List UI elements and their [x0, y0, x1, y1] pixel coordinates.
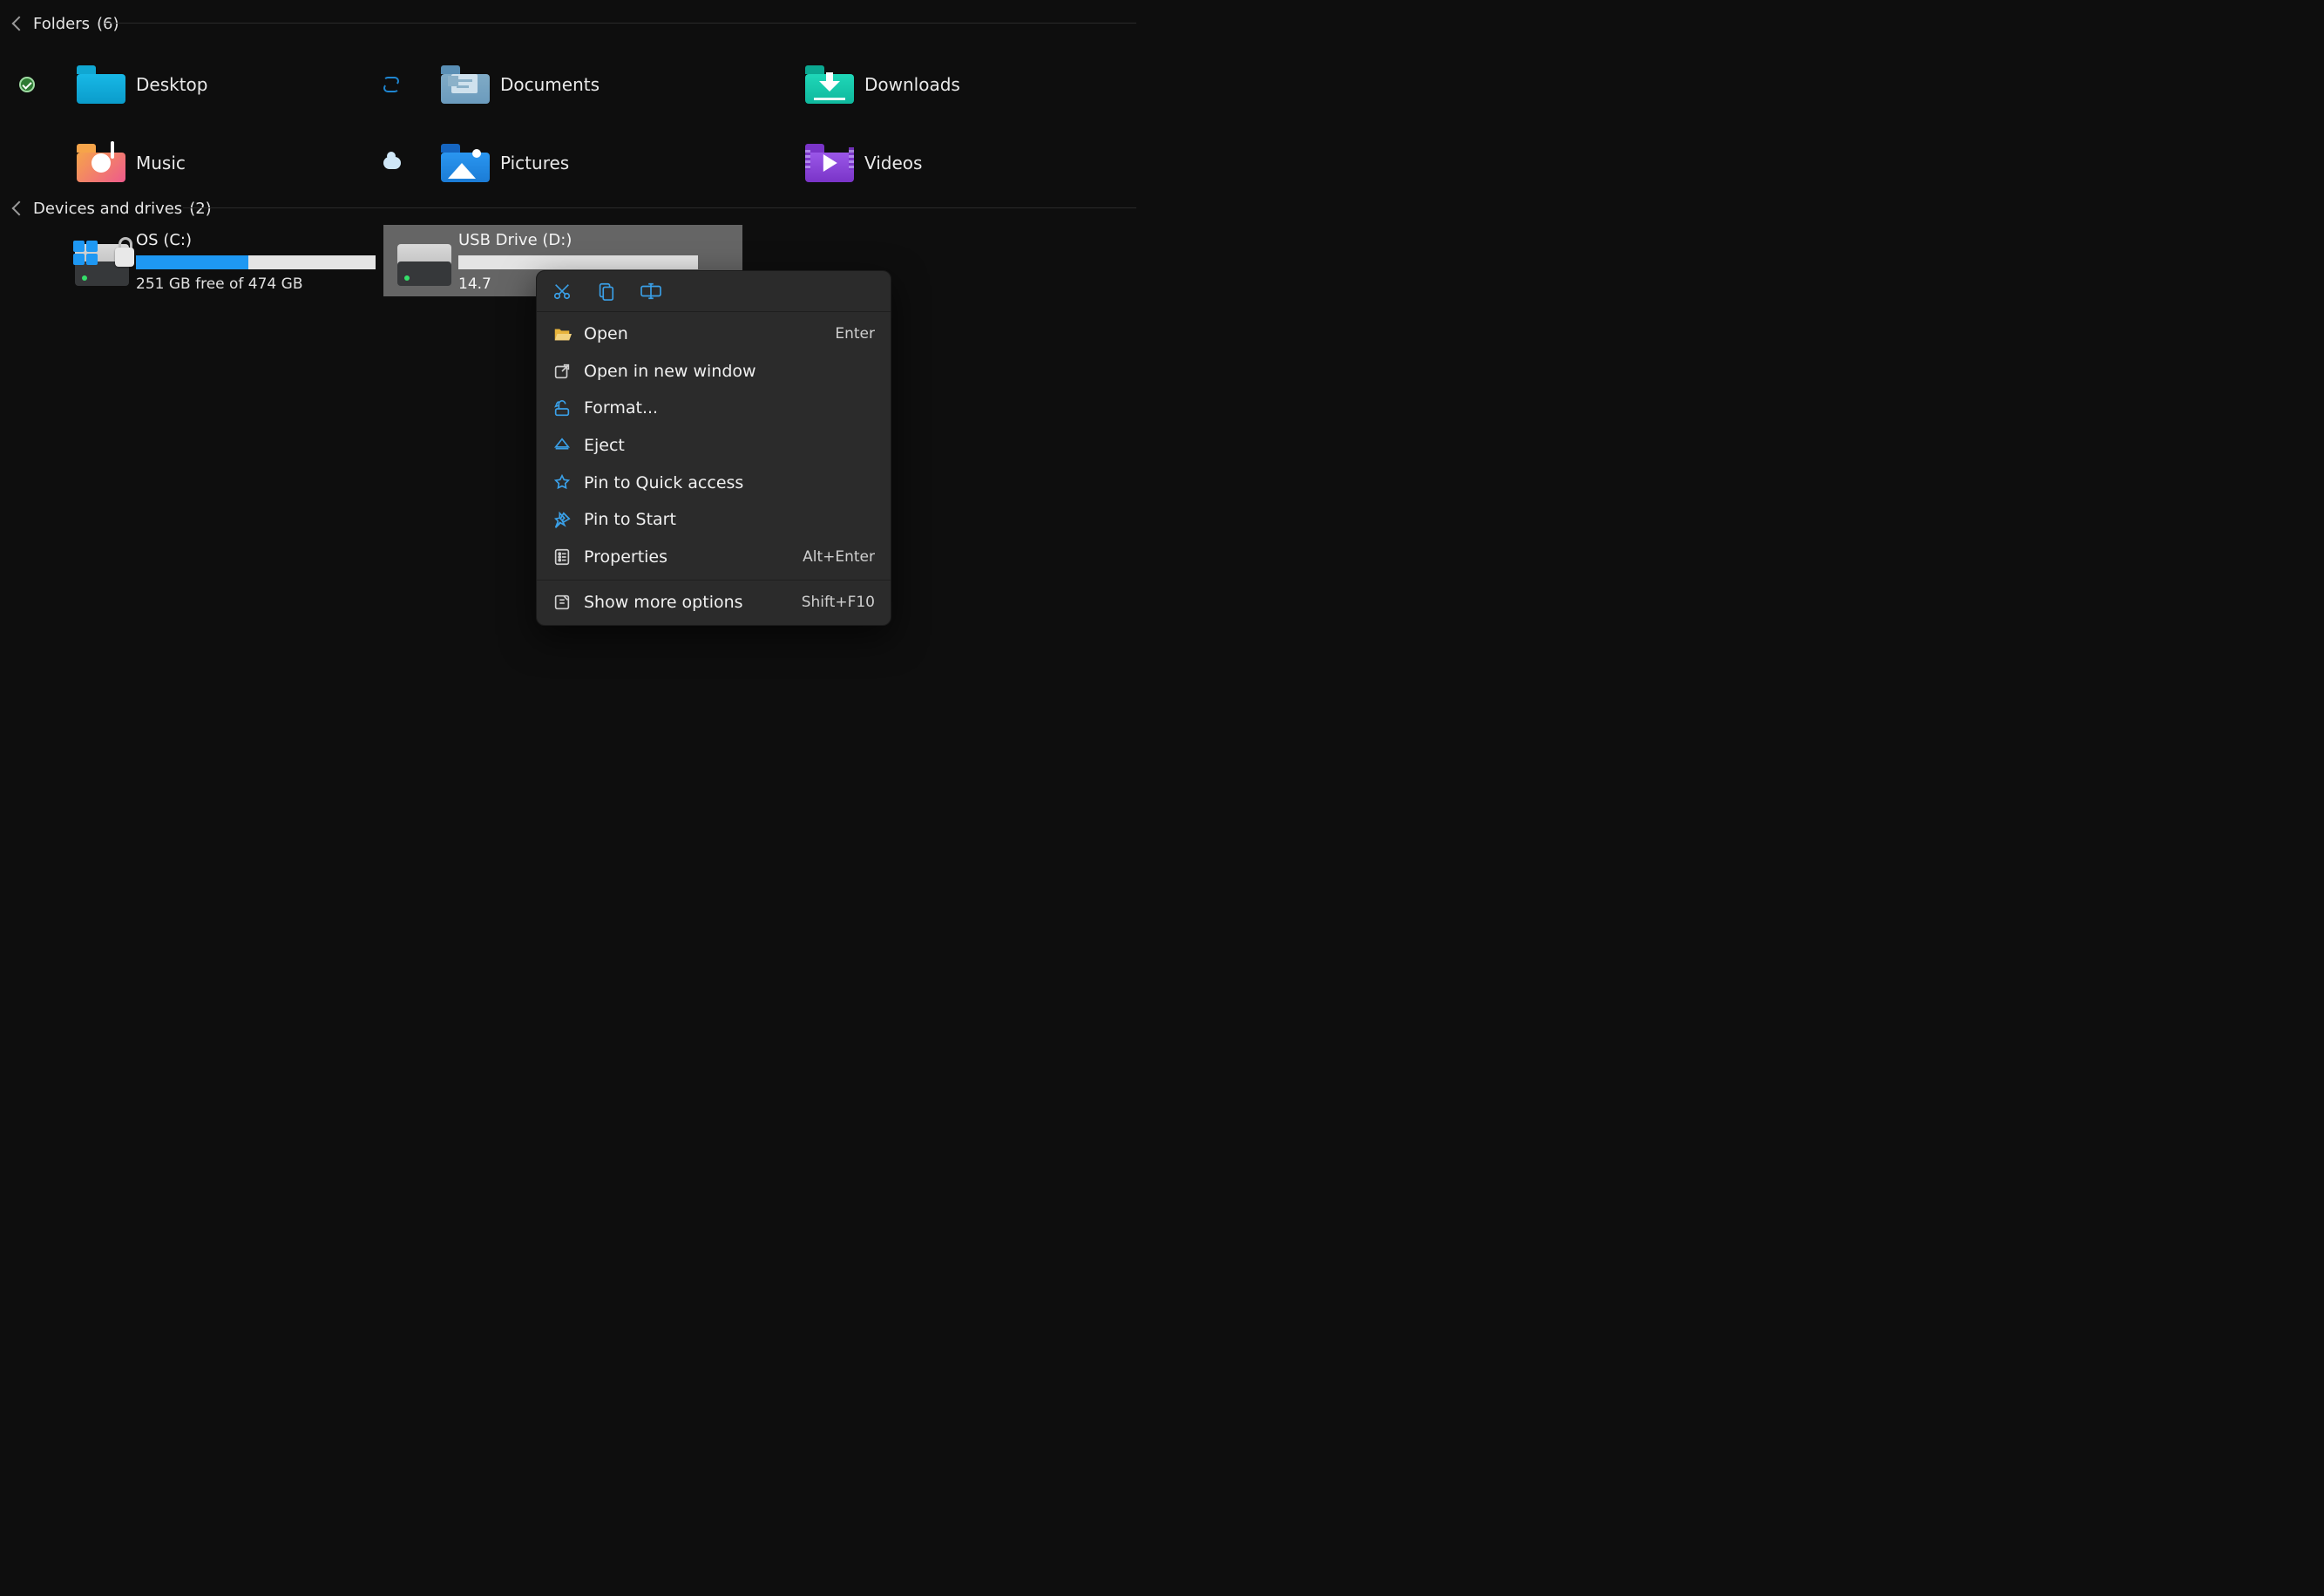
group-count: (6) — [97, 14, 119, 34]
menu-accel: Enter — [835, 324, 875, 343]
folder-item-desktop[interactable]: Desktop — [19, 45, 383, 124]
status-cloud-icon — [383, 157, 401, 169]
menu-item-open[interactable]: Open Enter — [537, 316, 891, 353]
menu-item-show-more-options[interactable]: Show more options Shift+F10 — [537, 584, 891, 621]
status-cell — [19, 77, 73, 92]
menu-label: Eject — [584, 435, 863, 457]
menu-accel: Shift+F10 — [802, 593, 875, 612]
menu-item-format[interactable]: Format... — [537, 390, 891, 427]
menu-label: Format... — [584, 397, 863, 419]
chevron-down-icon — [12, 16, 27, 31]
open-new-window-icon — [552, 362, 572, 381]
menu-item-open-new-window[interactable]: Open in new window — [537, 353, 891, 391]
menu-item-pin-to-start[interactable]: Pin to Start — [537, 501, 891, 539]
menu-label: Properties — [584, 547, 790, 568]
folder-item-videos[interactable]: Videos — [748, 124, 1112, 202]
menu-label: Show more options — [584, 592, 789, 614]
chevron-down-icon — [12, 200, 27, 215]
cut-icon[interactable] — [552, 282, 572, 301]
folder-label: Documents — [493, 73, 748, 96]
folder-item-music[interactable]: Music — [19, 124, 383, 202]
bitlocker-lock-icon — [110, 239, 134, 267]
show-more-icon — [552, 593, 572, 612]
menu-item-pin-quick-access[interactable]: Pin to Quick access — [537, 465, 891, 502]
eject-icon — [552, 436, 572, 455]
status-sync-icon — [383, 77, 399, 92]
folder-item-downloads[interactable]: Downloads — [748, 45, 1112, 124]
group-header-folders[interactable]: Folders (6) — [10, 14, 119, 34]
folder-icon-music — [73, 144, 129, 182]
folder-icon-pictures — [437, 144, 493, 182]
context-menu[interactable]: Open Enter Open in new window Format... — [536, 270, 891, 626]
menu-separator — [537, 580, 891, 581]
drive-usage-bar — [458, 255, 698, 269]
pin-star-icon — [552, 473, 572, 492]
menu-item-eject[interactable]: Eject — [537, 427, 891, 465]
format-icon — [552, 399, 572, 418]
menu-item-properties[interactable]: Properties Alt+Enter — [537, 539, 891, 576]
menu-accel: Alt+Enter — [803, 547, 875, 567]
folder-label: Videos — [857, 152, 1112, 174]
status-cell — [383, 77, 437, 92]
properties-icon — [552, 547, 572, 567]
folder-icon-videos — [802, 144, 857, 182]
folder-icon-desktop — [73, 65, 129, 104]
folder-label: Desktop — [129, 73, 383, 96]
menu-label: Open in new window — [584, 361, 863, 383]
drive-item-os-c[interactable]: OS (C:) 251 GB free of 474 GB — [61, 225, 383, 296]
folder-icon-documents — [437, 65, 493, 104]
menu-label: Pin to Quick access — [584, 472, 863, 494]
drive-name: USB Drive (D:) — [458, 230, 734, 250]
folder-item-pictures[interactable]: Pictures — [383, 124, 748, 202]
status-cell — [383, 157, 437, 169]
folder-icon-downloads — [802, 65, 857, 104]
drive-usage-bar — [136, 255, 376, 269]
group-title: Folders — [33, 14, 90, 34]
drive-icon-usb-d — [390, 230, 458, 294]
menu-label: Pin to Start — [584, 509, 863, 531]
divider — [105, 23, 1136, 24]
drive-subtext: 251 GB free of 474 GB — [136, 275, 376, 294]
drive-name: OS (C:) — [136, 230, 376, 250]
drive-icon-os-c — [68, 230, 136, 294]
copy-icon[interactable] — [596, 282, 615, 301]
windows-logo-overlay-icon — [73, 241, 98, 265]
folder-label: Downloads — [857, 73, 1112, 96]
folder-label: Music — [129, 152, 383, 174]
group-header-drives[interactable]: Devices and drives (2) — [10, 199, 212, 219]
open-icon — [552, 324, 572, 343]
divider — [183, 207, 1136, 208]
folder-label: Pictures — [493, 152, 748, 174]
rename-icon[interactable] — [640, 282, 662, 301]
context-menu-quick-actions — [537, 271, 891, 312]
folder-item-documents[interactable]: Documents — [383, 45, 748, 124]
menu-label: Open — [584, 323, 823, 345]
group-title: Devices and drives — [33, 199, 182, 219]
group-count: (2) — [189, 199, 212, 219]
pin-pushpin-icon — [552, 511, 572, 530]
status-checked-icon — [19, 77, 35, 92]
